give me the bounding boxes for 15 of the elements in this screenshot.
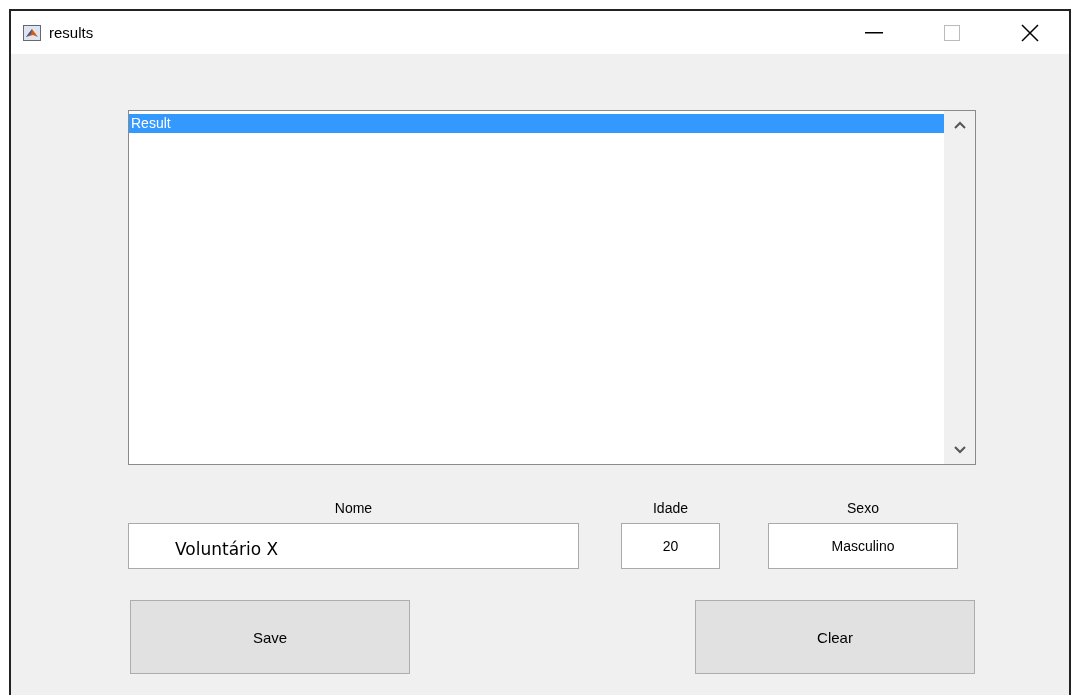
input-field[interactable]: 20: [621, 523, 720, 569]
input-field[interactable]: Voluntário X: [128, 523, 579, 569]
scroll-up-icon[interactable]: [953, 121, 966, 129]
scroll-down-icon[interactable]: [953, 446, 966, 454]
close-icon[interactable]: [1021, 23, 1039, 42]
scrollbar[interactable]: [944, 111, 975, 464]
field-label: Sexo: [847, 500, 879, 518]
clear-button[interactable]: Clear: [695, 600, 975, 674]
app-icon: [23, 24, 41, 41]
field-label: Nome: [334, 500, 373, 518]
window-title: results: [49, 24, 94, 41]
minimize-icon[interactable]: [865, 31, 883, 34]
input-field[interactable]: Masculino: [768, 523, 958, 569]
save-button[interactable]: Save: [130, 600, 410, 674]
field-label: Idade: [652, 500, 688, 518]
